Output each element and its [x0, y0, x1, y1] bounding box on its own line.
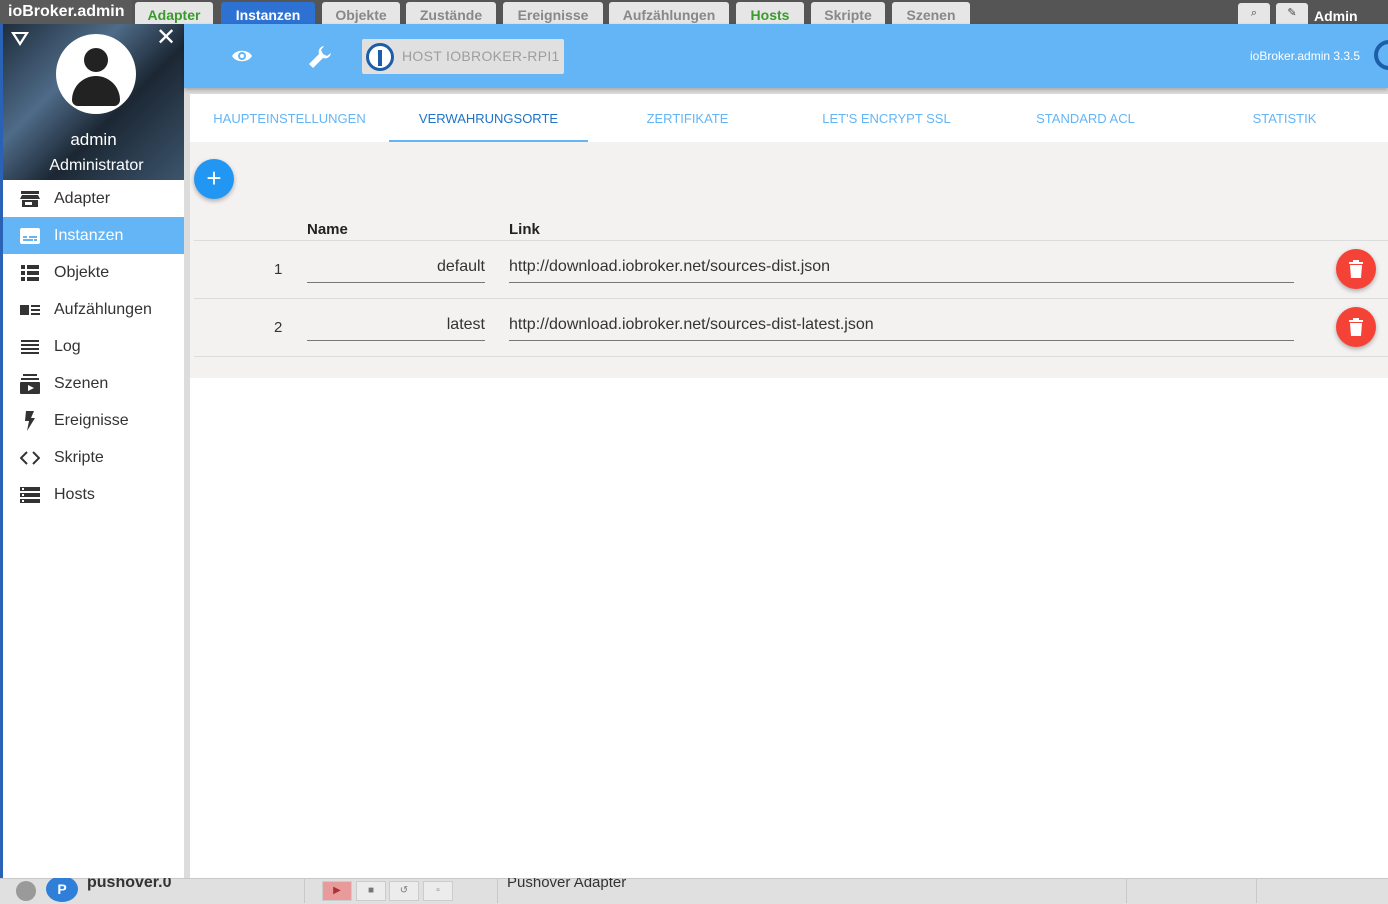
settings-button[interactable]: ■: [356, 881, 386, 901]
table-divider: [194, 356, 1388, 357]
column-header-link: Link: [509, 221, 540, 238]
repo-link-value: http://download.iobroker.net/sources-dis…: [509, 316, 874, 333]
trash-icon: [1349, 318, 1363, 336]
old-tab-objekte[interactable]: Objekte: [322, 2, 400, 24]
drawer-item-label: Adapter: [54, 189, 111, 207]
iobroker-logo-icon: [366, 43, 394, 71]
reload-button[interactable]: ↺: [389, 881, 419, 901]
drawer-item-label: Log: [54, 337, 81, 355]
subscriptions-icon: [20, 373, 40, 394]
flash-icon: [20, 410, 40, 431]
app-header: HOST IOBROKER-RPI1 ioBroker.admin 3.3.5: [184, 24, 1388, 88]
tab-standard-acl[interactable]: Standard ACL: [986, 94, 1185, 142]
host-selector-button[interactable]: HOST IOBROKER-RPI1: [362, 39, 564, 74]
brand-title: ioBroker.admin: [0, 0, 132, 24]
repo-link-value: http://download.iobroker.net/sources-dis…: [509, 258, 831, 275]
version-label: ioBroker.admin 3.3.5: [1250, 49, 1361, 63]
drawer-item-skripte[interactable]: Skripte: [3, 439, 184, 476]
subtitles-icon: [20, 226, 40, 246]
repositories-panel: + Name Link 1 default http://download.io…: [190, 142, 1388, 378]
edit-icon[interactable]: ✎: [1276, 3, 1308, 24]
eye-icon[interactable]: [231, 45, 253, 67]
close-icon[interactable]: ✕: [156, 26, 176, 50]
repo-link-field[interactable]: http://download.iobroker.net/sources-dis…: [509, 307, 1294, 341]
list-icon: [20, 263, 40, 283]
delete-repository-button[interactable]: [1336, 249, 1376, 289]
pushover-logo-icon: P: [46, 876, 78, 902]
drawer-item-label: Hosts: [54, 485, 95, 503]
drawer-item-aufzaehlungen[interactable]: Aufzählungen: [3, 291, 184, 328]
user-role: Administrator: [49, 157, 144, 174]
side-drawer: ✕ admin Administrator Adapter Instanzen …: [0, 24, 184, 878]
divider: [304, 879, 305, 903]
settings-tabs: Haupteinstellungen Verwahrungsorte Zerti…: [190, 94, 1388, 142]
tab-lets-encrypt[interactable]: Let's encrypt SSL: [787, 94, 986, 142]
row-index: 2: [274, 319, 283, 336]
drawer-item-objekte[interactable]: Objekte: [3, 254, 184, 291]
drawer-menu: Adapter Instanzen Objekte Aufzählungen L…: [3, 180, 184, 513]
repo-name-field[interactable]: latest: [307, 307, 485, 341]
user-profile-header: ✕ admin Administrator: [3, 24, 184, 180]
drawer-item-hosts[interactable]: Hosts: [3, 476, 184, 513]
repo-link-field[interactable]: http://download.iobroker.net/sources-dis…: [509, 249, 1294, 283]
tab-haupteinstellungen[interactable]: Haupteinstellungen: [190, 94, 389, 142]
old-tab-szenen[interactable]: Szenen: [892, 2, 970, 24]
add-repository-button[interactable]: +: [194, 159, 234, 199]
table-row: 2 latest http://download.iobroker.net/so…: [190, 299, 1388, 357]
table-row: 1 default http://download.iobroker.net/s…: [190, 241, 1388, 299]
drawer-item-label: Ereignisse: [54, 411, 129, 429]
old-tab-ereignisse[interactable]: Ereignisse: [503, 2, 603, 24]
user-name: admin: [70, 130, 117, 149]
drawer-item-label: Skripte: [54, 448, 104, 466]
store-icon: [20, 189, 40, 209]
log-lines-icon: [20, 337, 40, 357]
menu-toggle-icon[interactable]: [11, 32, 29, 46]
tab-statistik[interactable]: Statistik: [1185, 94, 1384, 142]
drawer-item-instanzen[interactable]: Instanzen: [3, 217, 184, 254]
drawer-item-log[interactable]: Log: [3, 328, 184, 365]
drawer-item-label: Aufzählungen: [54, 300, 152, 318]
legacy-instance-row: P pushover.0 ▶ ■ ↺ ▫ Pushover Adapter: [0, 874, 1388, 904]
repo-name-value: latest: [446, 316, 485, 333]
delete-repository-button[interactable]: [1336, 307, 1376, 347]
row-index: 1: [274, 261, 283, 278]
drawer-item-label: Instanzen: [54, 226, 124, 244]
divider: [1126, 879, 1127, 903]
tab-zertifikate[interactable]: Zertifikate: [588, 94, 787, 142]
drawer-item-szenen[interactable]: Szenen: [3, 365, 184, 402]
repo-name-field[interactable]: default: [307, 249, 485, 283]
trash-icon: [1349, 260, 1363, 278]
drawer-item-ereignisse[interactable]: Ereignisse: [3, 402, 184, 439]
drawer-item-label: Objekte: [54, 263, 110, 281]
status-dot-icon: [16, 881, 36, 901]
drawer-item-adapter[interactable]: Adapter: [3, 180, 184, 217]
old-tab-skripte[interactable]: Skripte: [811, 2, 885, 24]
legacy-top-tab-bar: ioBroker.admin Adapter Instanzen Objekte…: [0, 0, 1388, 24]
repo-name-value: default: [436, 258, 485, 275]
storage-icon: [20, 485, 40, 505]
drawer-item-label: Szenen: [54, 374, 109, 392]
avatar: [56, 34, 136, 114]
wrench-icon[interactable]: [307, 44, 333, 70]
old-tab-instanzen[interactable]: Instanzen: [221, 2, 315, 24]
old-tab-adapter[interactable]: Adapter: [135, 2, 213, 24]
delete-instance-button[interactable]: ▫: [423, 881, 453, 901]
old-tab-hosts[interactable]: Hosts: [736, 2, 804, 24]
connection-status-icon: [1374, 40, 1388, 70]
search-icon[interactable]: ⌕: [1238, 3, 1270, 24]
system-settings-content: Haupteinstellungen Verwahrungsorte Zerti…: [190, 94, 1388, 878]
enum-icon: [20, 300, 40, 320]
divider: [497, 879, 498, 903]
code-icon: [20, 448, 40, 468]
divider: [1256, 879, 1257, 903]
host-selector-label: HOST IOBROKER-RPI1: [402, 48, 560, 64]
play-button[interactable]: ▶: [322, 881, 352, 901]
old-tab-zustaende[interactable]: Zustände: [406, 2, 496, 24]
column-header-name: Name: [307, 221, 348, 238]
tab-verwahrungsorte[interactable]: Verwahrungsorte: [389, 94, 588, 142]
old-tab-aufzaehlungen[interactable]: Aufzählungen: [609, 2, 729, 24]
